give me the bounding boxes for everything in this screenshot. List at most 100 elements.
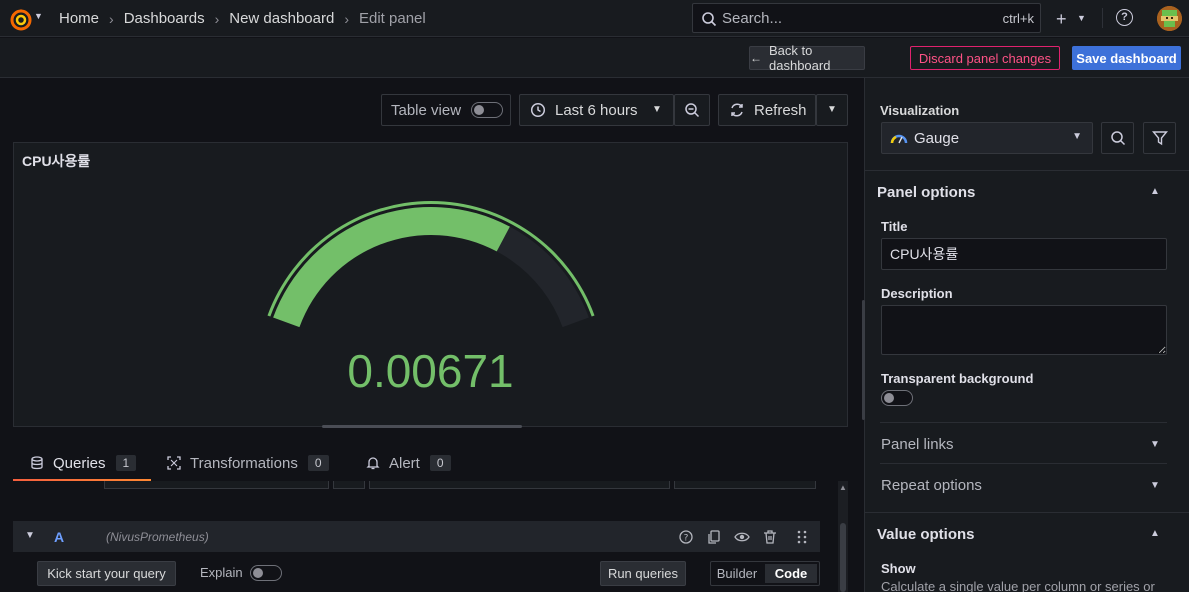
top-nav-bar: ▼ Home › Dashboards › New dashboard › Ed… <box>0 0 1189 37</box>
eye-icon[interactable] <box>734 529 750 545</box>
query-option-button[interactable] <box>333 481 365 489</box>
panel-resize-handle[interactable] <box>322 425 522 428</box>
bell-icon <box>366 457 380 470</box>
tab-alert-count: 0 <box>429 455 451 471</box>
chevron-down-icon[interactable]: ▼ <box>1150 480 1160 491</box>
duplicate-icon[interactable] <box>706 529 722 545</box>
filter-options-button[interactable] <box>1143 122 1176 154</box>
breadcrumb-dashboards[interactable]: Dashboards <box>124 10 205 27</box>
visualization-label: Visualization <box>880 103 960 118</box>
gauge-fill <box>273 207 510 328</box>
panel-preview[interactable]: CPU사용률 0.00671 <box>13 142 848 427</box>
time-range-label: Last 6 hours <box>555 102 638 119</box>
gauge-icon <box>890 134 908 144</box>
chevron-down-icon[interactable]: ▼ <box>1150 439 1160 450</box>
query-option-input[interactable] <box>369 481 670 489</box>
tab-transformations-count: 0 <box>307 455 329 471</box>
tab-alert[interactable]: Alert 0 <box>366 445 451 481</box>
query-ref-id[interactable]: A <box>54 529 64 545</box>
drag-handle-icon[interactable] <box>794 529 810 545</box>
avatar[interactable] <box>1157 6 1182 31</box>
back-to-dashboard-button[interactable]: ← Back to dashboard <box>749 43 865 73</box>
query-option-input[interactable] <box>674 481 816 489</box>
help-icon[interactable]: ? <box>1116 9 1133 26</box>
chevron-right-icon: › <box>214 10 220 27</box>
show-field-description: Calculate a single value per column or s… <box>881 579 1155 592</box>
visualization-name: Gauge <box>914 130 960 147</box>
divider <box>865 170 1189 171</box>
builder-mode-option[interactable]: Builder <box>711 562 763 585</box>
search-input[interactable]: Search... ctrl+k <box>692 3 1041 33</box>
tab-transformations[interactable]: Transformations 0 <box>167 445 329 481</box>
panel-options-header[interactable]: Panel options <box>877 184 975 201</box>
chevron-down-icon: ▼ <box>1072 131 1082 142</box>
breadcrumb-edit-panel: Edit panel <box>359 10 426 27</box>
breadcrumb-home[interactable]: Home <box>59 10 99 27</box>
description-textarea[interactable] <box>881 305 1167 355</box>
help-icon[interactable]: ? <box>678 529 694 545</box>
chevron-down-icon: ▼ <box>652 104 662 115</box>
divider <box>880 422 1167 423</box>
tab-transformations-label: Transformations <box>190 454 298 472</box>
save-dashboard-button[interactable]: Save dashboard <box>1072 46 1181 70</box>
search-icon <box>1111 131 1126 146</box>
transparent-background-switch[interactable] <box>881 390 913 406</box>
tab-queries-label: Queries <box>53 454 106 472</box>
zoom-out-icon <box>685 103 700 118</box>
pane-splitter[interactable] <box>862 300 865 420</box>
scroll-up-icon[interactable]: ▲ <box>839 483 847 492</box>
query-scrollbar[interactable]: ▲ <box>838 481 848 592</box>
refresh-button[interactable]: Refresh <box>718 94 816 126</box>
title-field-label: Title <box>881 219 908 234</box>
repeat-options-header[interactable]: Repeat options <box>881 477 982 494</box>
refresh-icon <box>731 103 743 117</box>
chevron-down-icon[interactable]: ▼ <box>1077 13 1086 23</box>
svg-text:?: ? <box>684 534 689 544</box>
zoom-out-button[interactable] <box>674 94 710 126</box>
chevron-right-icon: › <box>109 10 114 27</box>
breadcrumb-new-dashboard[interactable]: New dashboard <box>229 10 334 27</box>
tab-alert-label: Alert <box>389 454 420 472</box>
transparent-background-label: Transparent background <box>881 371 1034 386</box>
chevron-down-icon[interactable]: ▼ <box>34 11 43 21</box>
table-view-label: Table view <box>391 102 462 119</box>
divider <box>865 512 1189 513</box>
editor-mode-toggle[interactable]: Builder Code <box>710 561 820 586</box>
kick-start-query-button[interactable]: Kick start your query <box>37 561 176 586</box>
value-options-header[interactable]: Value options <box>877 526 975 543</box>
chevron-down-icon[interactable]: ▼ <box>25 530 35 541</box>
search-shortcut: ctrl+k <box>1002 11 1034 26</box>
panel-links-header[interactable]: Panel links <box>881 436 954 453</box>
chevron-right-icon: › <box>344 10 349 27</box>
divider <box>1102 8 1103 28</box>
gauge-value: 0.00671 <box>347 345 514 397</box>
trash-icon[interactable] <box>762 529 778 545</box>
database-icon <box>31 456 43 470</box>
show-field-label: Show <box>881 561 916 576</box>
table-view-switch[interactable] <box>471 102 503 118</box>
add-icon[interactable]: + <box>1056 9 1067 30</box>
query-option-input[interactable] <box>104 481 329 489</box>
title-input[interactable] <box>881 238 1167 270</box>
visualization-picker[interactable]: Gauge ▼ <box>881 122 1093 154</box>
description-field-label: Description <box>881 286 953 301</box>
discard-panel-changes-button[interactable]: Discard panel changes <box>910 46 1060 70</box>
query-row-header[interactable]: ▼ A (NivusPrometheus) ? <box>13 521 820 552</box>
search-visualization-button[interactable] <box>1101 122 1134 154</box>
grafana-logo-icon[interactable] <box>8 6 34 32</box>
refresh-label: Refresh <box>754 102 807 119</box>
divider <box>880 463 1167 464</box>
explain-switch[interactable] <box>250 565 282 581</box>
clock-icon <box>530 102 546 118</box>
table-view-toggle[interactable]: Table view <box>381 94 511 126</box>
chevron-up-icon[interactable]: ▲ <box>1150 186 1160 197</box>
chevron-up-icon[interactable]: ▲ <box>1150 528 1160 539</box>
panel-title: CPU사용률 <box>22 153 91 169</box>
run-queries-button[interactable]: Run queries <box>600 561 686 586</box>
tab-queries[interactable]: Queries 1 <box>30 445 137 481</box>
transform-icon <box>167 456 181 470</box>
refresh-interval-dropdown[interactable]: ▼ <box>816 94 848 126</box>
scrollbar-thumb[interactable] <box>840 523 846 592</box>
code-mode-option[interactable]: Code <box>765 564 817 583</box>
time-range-picker[interactable]: Last 6 hours ▼ <box>519 94 674 126</box>
